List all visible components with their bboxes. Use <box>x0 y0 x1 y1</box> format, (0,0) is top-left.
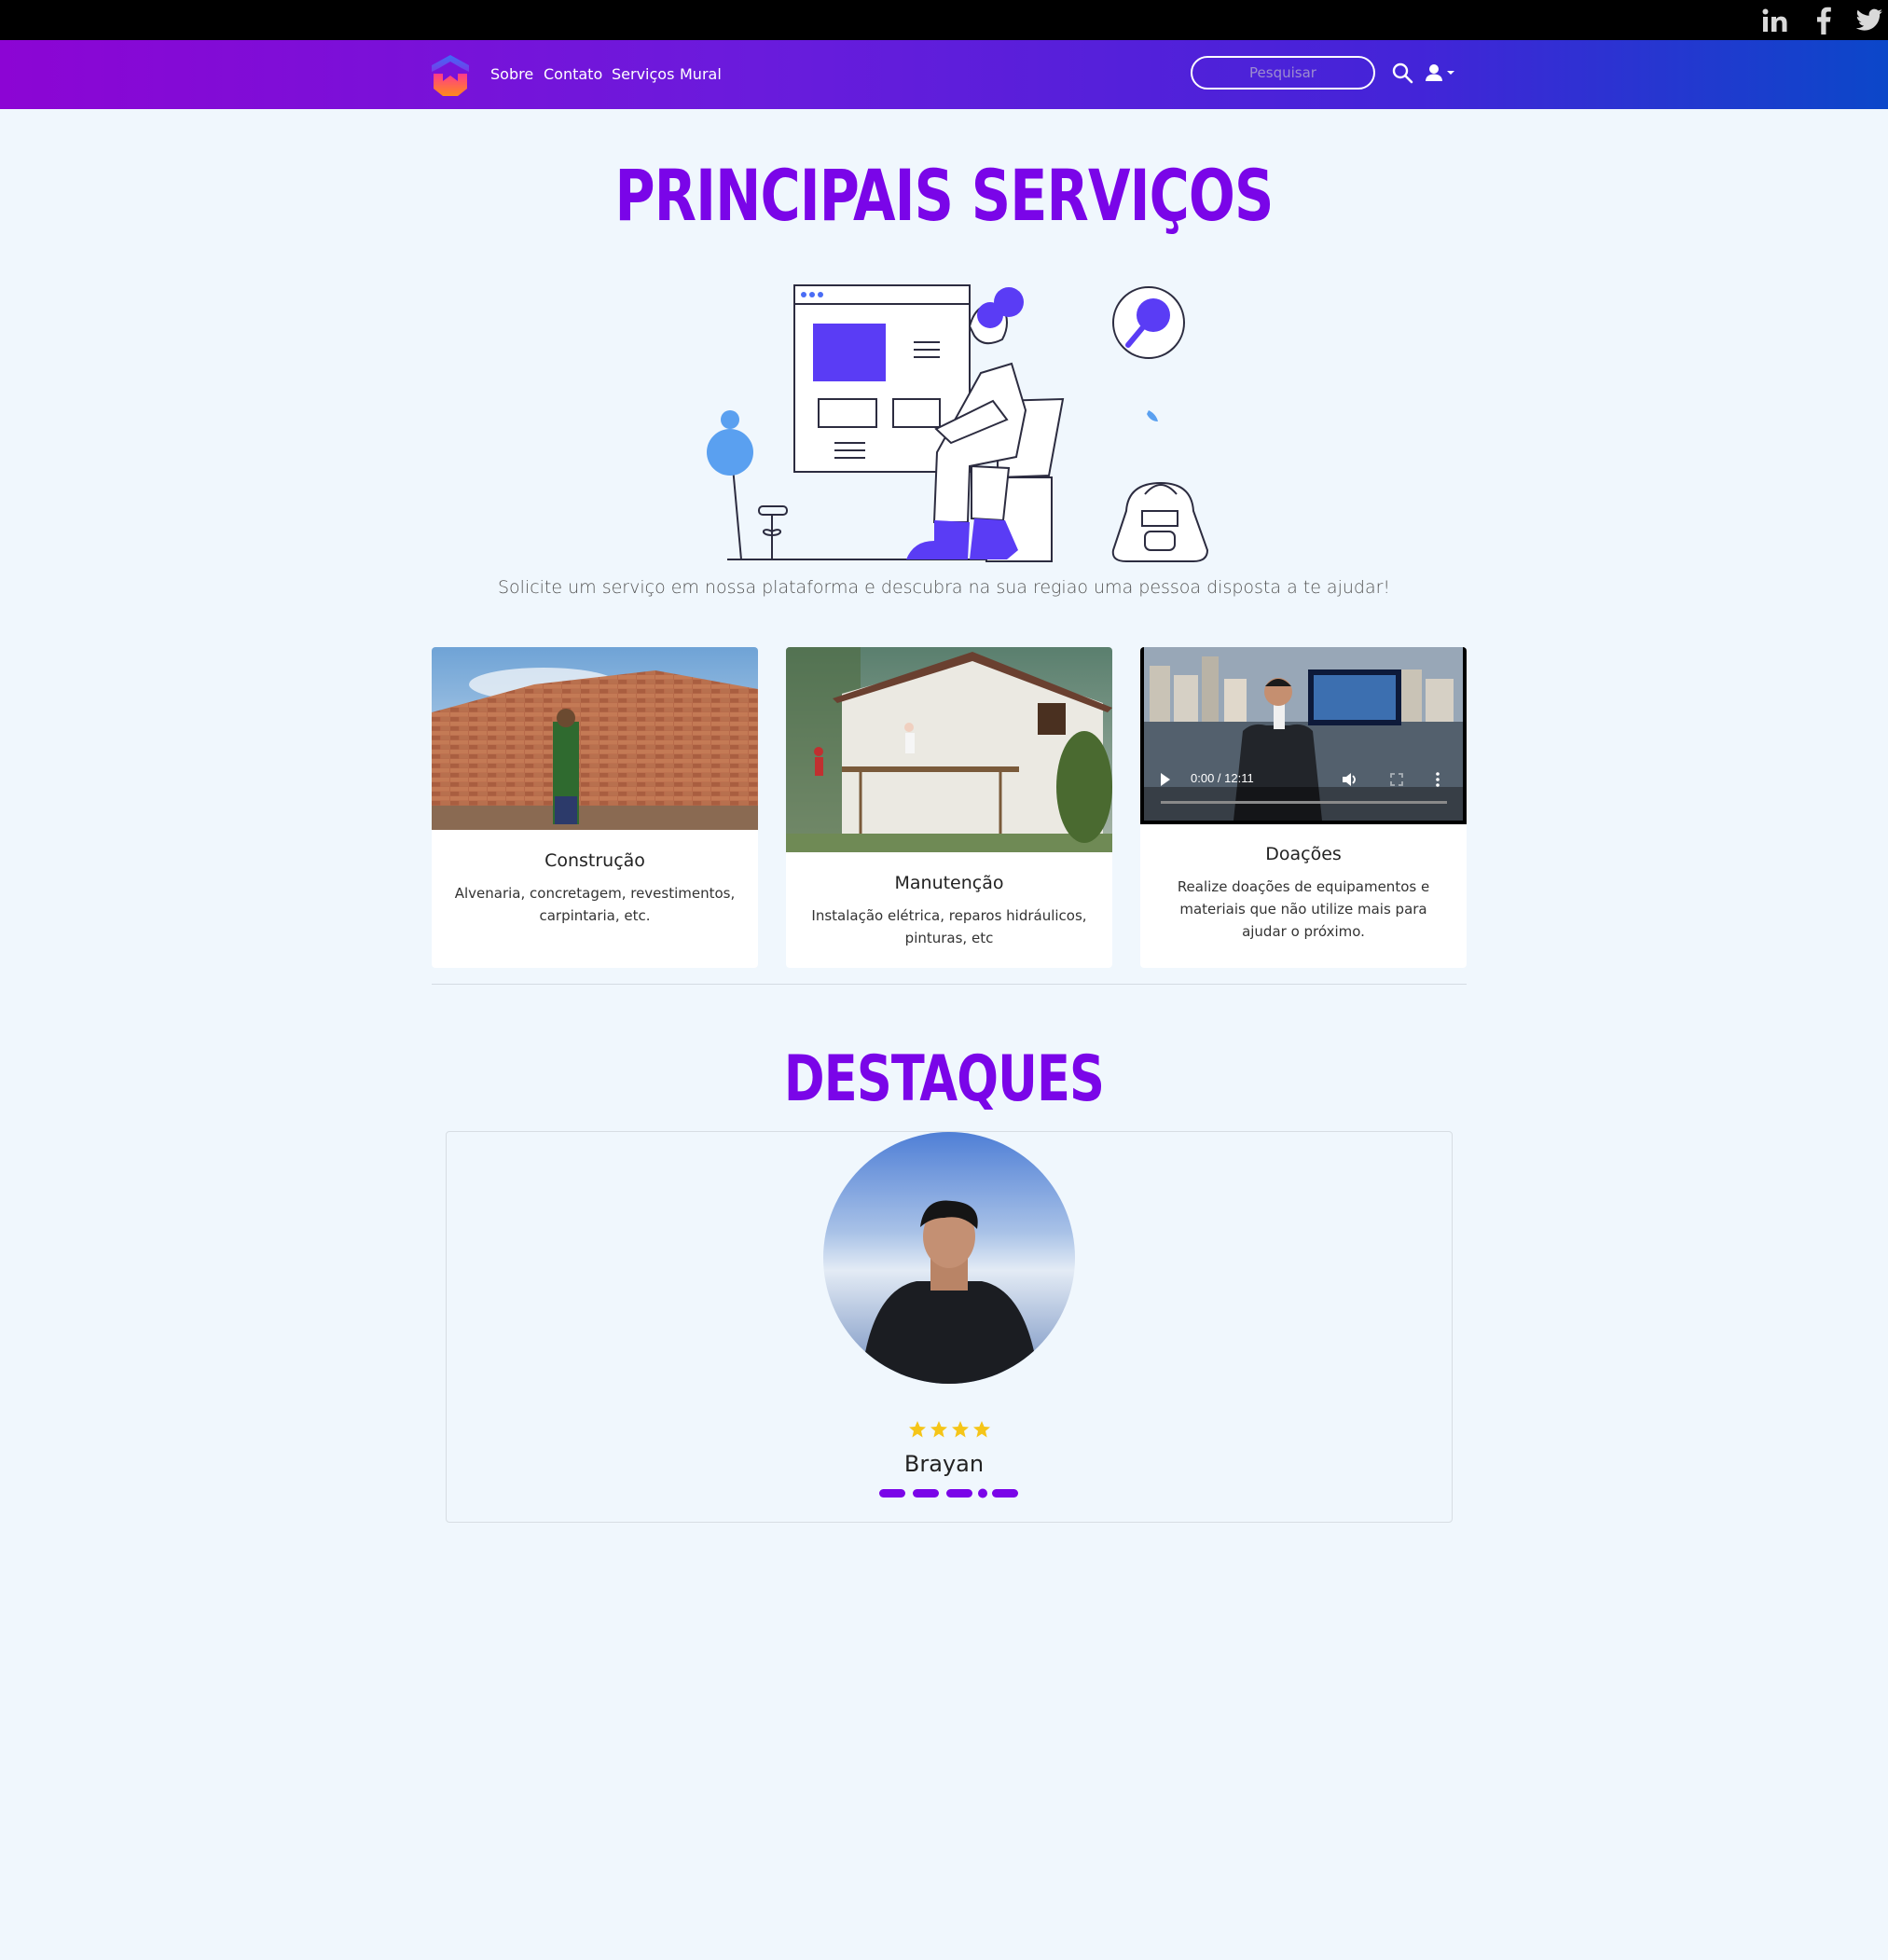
carousel-indicator[interactable] <box>992 1489 1018 1498</box>
service-card-doacoes[interactable]: 0:00 / 12:11 Doações Realize doações de … <box>1140 647 1467 968</box>
top-bar <box>0 0 1888 40</box>
card-title: Doações <box>1265 844 1342 864</box>
more-options-icon[interactable] <box>1435 772 1440 787</box>
logo-icon[interactable] <box>430 53 471 98</box>
carousel-indicator[interactable] <box>913 1489 939 1498</box>
video-time: 0:00 / 12:11 <box>1191 771 1254 785</box>
navbar: Sobre Contato Serviços Mural <box>0 40 1888 109</box>
linkedin-icon[interactable] <box>1761 6 1789 35</box>
search-icon[interactable] <box>1391 62 1413 84</box>
construction-image <box>432 647 758 830</box>
nav-link-servicos[interactable]: Serviços <box>612 65 674 83</box>
volume-icon[interactable] <box>1342 772 1358 787</box>
fullscreen-icon[interactable] <box>1390 773 1403 786</box>
services-title: PRINCIPAIS SERVIÇOS <box>614 154 1274 237</box>
carousel-indicator[interactable] <box>879 1489 905 1498</box>
nav-link-mural[interactable]: Mural <box>680 65 722 83</box>
nav-link-contato[interactable]: Contato <box>544 65 602 83</box>
rating-stars <box>908 1420 991 1442</box>
video-progress-bar[interactable] <box>1161 801 1447 804</box>
video-thumbnail <box>1144 647 1463 821</box>
carousel-indicator-active[interactable] <box>978 1488 987 1498</box>
facebook-icon[interactable] <box>1813 6 1834 35</box>
card-title: Construção <box>544 850 645 871</box>
carousel-indicators <box>879 1488 1018 1498</box>
card-title: Manutenção <box>894 873 1004 893</box>
carousel-indicator[interactable] <box>946 1489 972 1498</box>
highlights-title: DESTAQUES <box>783 1042 1105 1116</box>
star-icon <box>952 1421 969 1438</box>
search-input[interactable] <box>1191 56 1375 90</box>
video-player[interactable]: 0:00 / 12:11 <box>1140 647 1467 824</box>
nav-link-sobre[interactable]: Sobre <box>490 65 533 83</box>
service-card-construcao[interactable]: Construção Alvenaria, concretagem, reves… <box>432 647 758 968</box>
star-icon <box>930 1421 947 1438</box>
user-menu-icon[interactable] <box>1425 63 1462 84</box>
star-icon <box>973 1421 990 1438</box>
service-card-manutencao[interactable]: Manutenção Instalação elétrica, reparos … <box>786 647 1112 968</box>
services-illustration <box>707 284 1209 562</box>
section-divider <box>432 984 1467 985</box>
card-text: Realize doações de equipamentos e materi… <box>1177 878 1430 940</box>
play-button[interactable] <box>1161 773 1170 786</box>
star-icon <box>909 1421 926 1438</box>
avatar <box>823 1132 1075 1384</box>
card-text: Alvenaria, concretagem, revestimentos, c… <box>454 885 736 924</box>
highlight-person-name: Brayan <box>903 1451 985 1477</box>
twitter-icon[interactable] <box>1855 6 1883 35</box>
maintenance-image <box>786 647 1112 852</box>
card-text: Instalação elétrica, reparos hidráulicos… <box>811 907 1087 946</box>
services-subtitle: Solicite um serviço em nossa plataforma … <box>497 577 1391 598</box>
